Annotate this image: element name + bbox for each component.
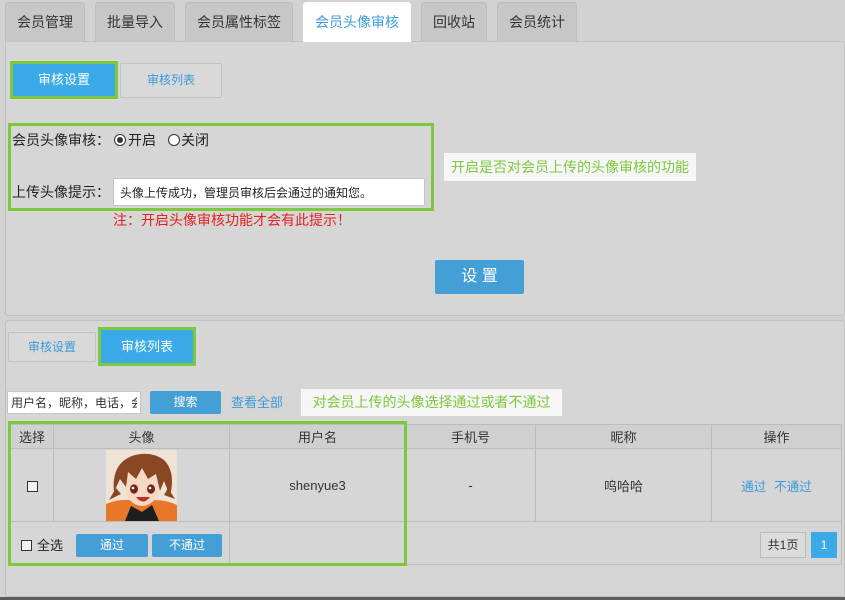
- pagination: 共1页 1: [230, 522, 841, 564]
- review-toggle-label: 会员头像审核：: [12, 132, 110, 148]
- select-all-label[interactable]: 全选: [37, 537, 63, 554]
- pagination-cell: 共1页 1: [229, 521, 842, 565]
- bulk-approve-button[interactable]: 通过: [76, 534, 148, 557]
- search-input[interactable]: [7, 391, 141, 414]
- row-reject-link[interactable]: 不通过: [774, 480, 812, 494]
- cell-nickname: 呜哈哈: [535, 448, 712, 522]
- bulk-actions-cell: 全选 通过 不通过: [10, 521, 230, 565]
- cell-avatar: [53, 448, 230, 522]
- bulk-actions: 全选 通过 不通过: [11, 522, 229, 564]
- annotation-callout-list: 对会员上传的头像选择通过或者不通过: [301, 389, 562, 416]
- avatar-image: [106, 449, 177, 521]
- tab-member-management[interactable]: 会员管理: [5, 2, 85, 42]
- subtab-review-list-2[interactable]: 审核列表: [98, 327, 196, 366]
- bulk-reject-button[interactable]: 不通过: [152, 534, 222, 557]
- table-footer-row: 全选 通过 不通过 共1页 1: [10, 521, 842, 565]
- upload-hint-input[interactable]: [113, 178, 425, 206]
- select-all-checkbox[interactable]: [21, 540, 32, 551]
- column-header-actions: 操作: [711, 424, 842, 449]
- subtab-review-settings-2[interactable]: 审核设置: [8, 332, 96, 362]
- radio-disable[interactable]: [168, 134, 180, 146]
- save-settings-button[interactable]: 设 置: [435, 260, 524, 294]
- cell-actions: 通过 不通过: [711, 448, 842, 522]
- tab-batch-import[interactable]: 批量导入: [95, 2, 175, 42]
- upload-hint-label: 上传头像提示：: [12, 184, 110, 200]
- cell-phone: -: [405, 448, 536, 522]
- cell-select: [10, 448, 54, 522]
- search-button[interactable]: 搜索: [150, 391, 221, 414]
- table-row: shenyue3 - 呜哈哈 通过 不通过: [10, 448, 842, 522]
- pagination-page-1[interactable]: 1: [811, 532, 837, 558]
- member-avatar-review-page: 会员管理 批量导入 会员属性标签 会员头像审核 回收站 会员统计 审核设置 审核…: [0, 0, 845, 600]
- subtab-review-settings[interactable]: 审核设置: [10, 61, 118, 99]
- avatar-review-table: 选择 头像 用户名 手机号 昵称 操作 shenyue3 - 呜哈哈 通过 不通…: [10, 424, 842, 565]
- radio-enable[interactable]: [114, 134, 126, 146]
- tab-member-statistics[interactable]: 会员统计: [497, 2, 577, 42]
- tab-recycle-bin[interactable]: 回收站: [421, 2, 487, 42]
- radio-enable-label[interactable]: 开启: [128, 131, 156, 149]
- tab-avatar-review[interactable]: 会员头像审核: [303, 2, 411, 42]
- hint-note: 注：开启头像审核功能才会有此提示！: [113, 212, 351, 228]
- column-header-phone: 手机号: [405, 424, 536, 449]
- pagination-total: 共1页: [760, 532, 806, 558]
- table-header-row: 选择 头像 用户名 手机号 昵称 操作: [10, 424, 842, 449]
- column-header-nickname: 昵称: [535, 424, 712, 449]
- row-checkbox[interactable]: [26, 480, 38, 492]
- column-header-select: 选择: [10, 424, 54, 449]
- subtab-review-list[interactable]: 审核列表: [120, 63, 222, 98]
- annotation-callout-settings: 开启是否对会员上传的头像审核的功能: [444, 153, 696, 181]
- cell-username: shenyue3: [229, 448, 406, 522]
- radio-disable-label[interactable]: 关闭: [181, 131, 209, 149]
- column-header-username: 用户名: [229, 424, 406, 449]
- tab-member-attribute-tags[interactable]: 会员属性标签: [185, 2, 293, 42]
- view-all-link[interactable]: 查看全部: [231, 395, 283, 411]
- row-approve-link[interactable]: 通过: [741, 480, 766, 494]
- column-header-avatar: 头像: [53, 424, 230, 449]
